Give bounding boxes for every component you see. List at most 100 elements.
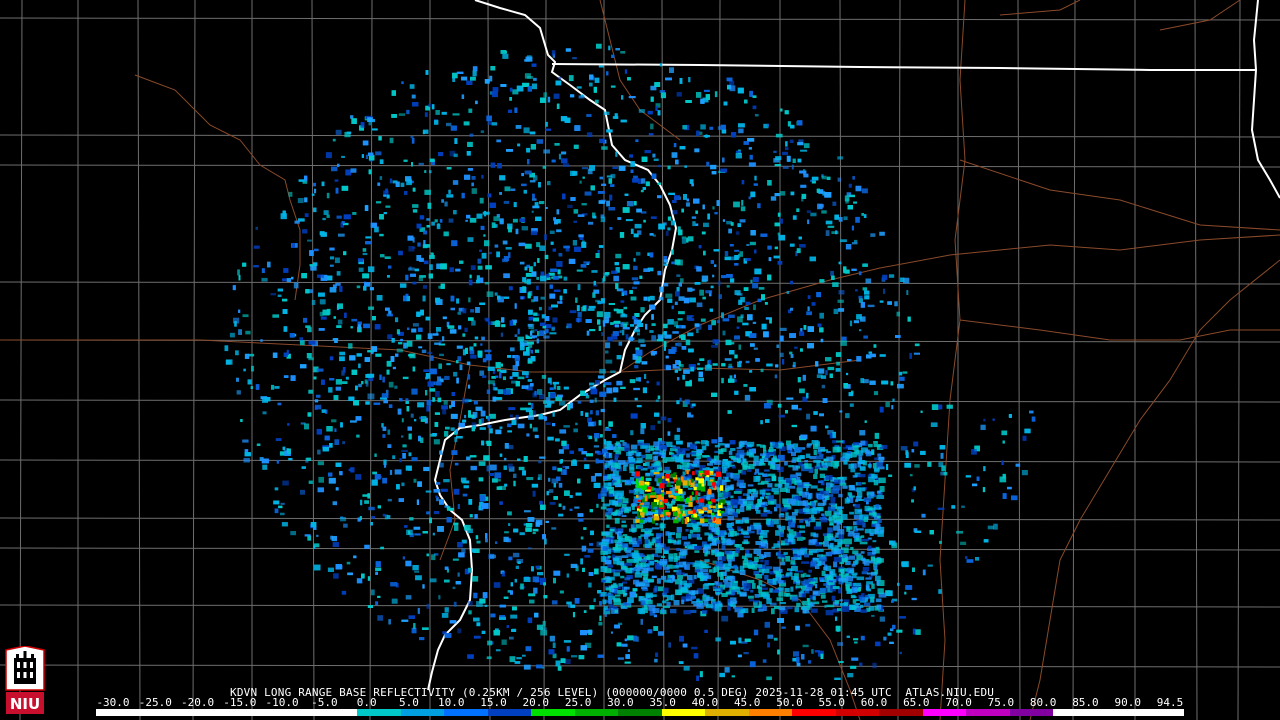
echo-pixel [408, 354, 415, 357]
echo-pixel [517, 376, 525, 380]
echo-pixel [770, 196, 777, 201]
echo-pixel [799, 331, 805, 336]
echo-pixel [501, 639, 507, 645]
echo-pixel [855, 289, 858, 292]
echo-pixel [710, 164, 717, 170]
echo-pixel [442, 316, 447, 320]
echo-pixel [300, 489, 305, 495]
echo-pixel [983, 418, 986, 422]
echo-pixel [862, 263, 868, 267]
echo-pixel [561, 158, 568, 164]
echo-pixel [605, 350, 609, 354]
echo-pixel [558, 449, 564, 454]
echo-pixel [536, 276, 540, 280]
echo-pixel [845, 244, 852, 250]
echo-pixel [853, 320, 859, 324]
echo-pixel [613, 308, 619, 312]
echo-pixel [760, 233, 768, 237]
echo-pixel [709, 308, 713, 312]
echo-pixel [815, 361, 819, 367]
echo-pixel [362, 273, 370, 279]
echo-pixel [611, 54, 615, 58]
echo-pixel [569, 495, 573, 498]
echo-pixel [766, 676, 772, 681]
echo-pixel [615, 324, 619, 328]
echo-pixel [474, 336, 479, 340]
echo-pixel [615, 283, 619, 290]
echo-pixel [789, 243, 795, 247]
echo-pixel [530, 356, 536, 362]
echo-pixel [523, 577, 531, 582]
echo-pixel [473, 400, 478, 405]
echo-pixel [401, 449, 408, 452]
echo-pixel [632, 178, 639, 183]
echo-pixel [481, 336, 485, 341]
echo-pixel [599, 391, 607, 397]
echo-pixel [851, 225, 854, 231]
echo-pixel [350, 420, 357, 423]
echo-pixel [454, 462, 459, 466]
echo-pixel [731, 132, 737, 138]
echo-pixel [350, 115, 354, 119]
echo-pixel [692, 288, 695, 291]
echo-pixel [740, 206, 746, 212]
echo-pixel [608, 303, 615, 305]
echo-pixel [328, 477, 336, 484]
echo-pixel [544, 538, 547, 545]
echo-pixel [504, 483, 508, 487]
echo-pixel [510, 582, 513, 587]
echo-pixel [791, 424, 797, 428]
echo-pixel [665, 77, 672, 81]
echo-pixel [436, 327, 441, 332]
echo-pixel [685, 339, 691, 346]
echo-pixel [864, 420, 867, 423]
echo-pixel [262, 411, 267, 415]
echo-pixel [349, 355, 356, 361]
echo-pixel [435, 495, 438, 498]
echo-pixel [845, 413, 850, 419]
echo-pixel [847, 673, 854, 678]
echo-pixel [825, 230, 830, 236]
echo-pixel [683, 194, 687, 200]
echo-pixel [375, 601, 379, 606]
echo-pixel [456, 436, 463, 439]
echo-pixel [576, 305, 580, 312]
echo-pixel [550, 268, 558, 272]
echo-pixel [667, 165, 671, 170]
echo-pixel [816, 374, 823, 378]
echo-pixel [615, 151, 618, 157]
echo-pixel [394, 385, 398, 389]
echo-pixel [593, 86, 597, 93]
echo-pixel [733, 374, 736, 379]
echo-pixel [554, 143, 560, 146]
echo-pixel [274, 487, 279, 491]
echo-pixel [458, 325, 462, 330]
echo-pixel [965, 556, 968, 559]
echo-pixel [528, 309, 533, 315]
echo-pixel [773, 637, 778, 641]
echo-pixel [529, 266, 533, 272]
echo-pixel [792, 364, 796, 368]
echo-pixel [457, 504, 460, 509]
echo-pixel [471, 188, 477, 194]
echo-pixel [491, 376, 496, 379]
echo-pixel [682, 374, 685, 380]
echo-pixel [586, 330, 590, 336]
echo-pixel [467, 374, 471, 380]
echo-pixel [419, 215, 425, 220]
echo-pixel [471, 427, 475, 432]
echo-pixel [622, 207, 630, 213]
echo-pixel [738, 299, 743, 305]
echo-pixel [615, 253, 622, 259]
echo-pixel [791, 404, 798, 410]
echo-pixel [668, 349, 676, 354]
echo-pixel [863, 214, 867, 218]
echo-pixel [339, 356, 345, 362]
echo-pixel [587, 548, 594, 553]
echo-pixel [516, 657, 522, 660]
echo-pixel [524, 243, 532, 249]
echo-pixel [422, 627, 429, 630]
echo-pixel [644, 373, 647, 379]
echo-pixel [464, 480, 470, 484]
echo-pixel [413, 478, 417, 483]
